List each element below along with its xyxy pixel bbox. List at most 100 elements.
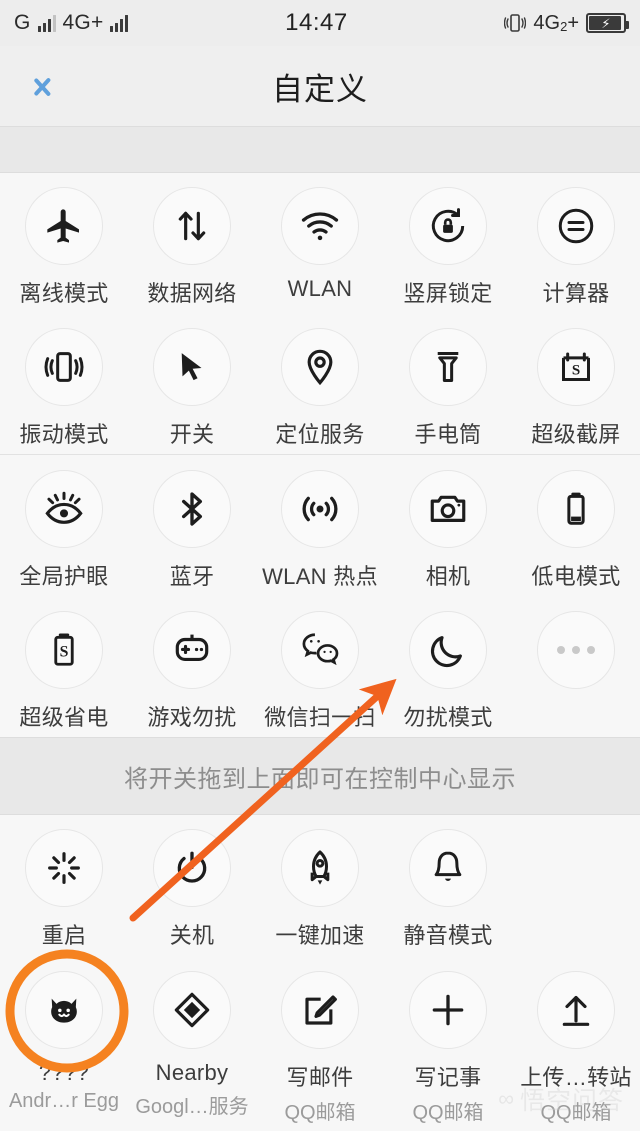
tile-vibrate-mode[interactable]: 振动模式 xyxy=(0,314,128,455)
power-off-icon xyxy=(153,829,231,907)
tile-flashlight[interactable]: 手电筒 xyxy=(384,314,512,455)
tile-restart[interactable]: 重启 xyxy=(0,815,128,957)
watermark: ∞ 悟空问答 xyxy=(498,1081,624,1117)
tile-super-power-save[interactable]: S 超级省电 xyxy=(0,597,128,738)
status-bar-left: G 4G+ xyxy=(14,11,129,35)
android-easter-egg-cat-icon xyxy=(25,970,103,1049)
tile-wlan-hotspot[interactable]: WLAN 热点 xyxy=(256,456,384,597)
tile-label: WLAN xyxy=(287,276,353,301)
bluetooth-icon xyxy=(153,470,231,548)
more-dots-icon xyxy=(537,610,615,689)
super-power-save-icon: S xyxy=(25,610,103,689)
tile-airplane-mode[interactable]: 离线模式 xyxy=(0,173,128,314)
airplane-icon xyxy=(25,187,103,265)
tile-switch-pointer[interactable]: 开关 xyxy=(128,314,256,455)
moon-icon xyxy=(409,610,487,689)
tile-location-service[interactable]: 定位服务 xyxy=(256,314,384,455)
game-dnd-icon xyxy=(153,610,231,689)
back-button[interactable] xyxy=(0,46,86,126)
tile-android-easter-egg[interactable]: ???? Andr…r Egg xyxy=(0,957,128,1131)
flashlight-icon xyxy=(409,327,487,406)
tile-sublabel: QQ邮箱 xyxy=(284,1101,356,1124)
tile-game-dnd[interactable]: 游戏勿扰 xyxy=(128,597,256,738)
carrier-2-label: 4G+ xyxy=(62,11,104,34)
tile-label: Nearby xyxy=(155,1059,229,1085)
tile-label: 手电筒 xyxy=(414,421,482,447)
tile-label: 竖屏锁定 xyxy=(403,281,493,306)
tile-label: 关机 xyxy=(169,923,215,948)
tile-mobile-data[interactable]: 数据网络 xyxy=(128,173,256,314)
top-spacer-band xyxy=(0,126,640,173)
tile-sublabel: QQ邮箱 xyxy=(412,1101,484,1124)
rocket-boost-icon xyxy=(281,829,359,907)
tile-label: 游戏勿扰 xyxy=(147,704,237,730)
plus-note-icon xyxy=(409,970,487,1049)
tile-label: 开关 xyxy=(169,421,215,447)
quick-settings-grid-active-2: 全局护眼 蓝牙 WLAN 热点 相机 低电模式 S 超级省电 游戏勿扰 微信扫一… xyxy=(0,456,640,737)
watermark-text: 悟空问答 xyxy=(519,1087,624,1115)
calculator-icon xyxy=(537,187,615,265)
tile-eye-care[interactable]: 全局护眼 xyxy=(0,456,128,597)
tile-more[interactable] xyxy=(512,597,640,738)
bell-mute-icon xyxy=(409,829,487,907)
drag-hint-band: 将开关拖到上面即可在控制中心显示 xyxy=(0,737,640,815)
tile-compose-mail[interactable]: 写邮件 QQ邮箱 xyxy=(256,957,384,1131)
super-screenshot-icon: S xyxy=(537,327,615,406)
tile-label: 静音模式 xyxy=(403,923,493,948)
tile-label: 写邮件 xyxy=(286,1064,354,1090)
rotation-lock-icon xyxy=(409,187,487,265)
camera-icon xyxy=(409,470,487,548)
tile-compose-note[interactable]: 写记事 QQ邮箱 xyxy=(384,957,512,1131)
wifi-icon xyxy=(281,187,359,265)
data-transfer-icon xyxy=(153,187,231,265)
tile-one-key-boost[interactable]: 一键加速 xyxy=(256,815,384,957)
tile-label: 勿扰模式 xyxy=(403,704,493,730)
tile-label: 数据网络 xyxy=(147,281,237,306)
vibrate-icon xyxy=(25,327,103,406)
tile-power-off[interactable]: 关机 xyxy=(128,815,256,957)
tile-wechat-scan[interactable]: 微信扫一扫 xyxy=(256,597,384,738)
tile-label: 低电模式 xyxy=(531,564,621,589)
tile-label: 蓝牙 xyxy=(169,564,215,589)
phone-screen: G 4G+ 14:47 4G2+ ⚡ 自定义 离线模式 数据网络 WLAN 竖屏… xyxy=(0,0,640,1131)
watermark-logo-icon: ∞ xyxy=(498,1086,514,1111)
tile-sublabel: Andr…r Egg xyxy=(8,1089,120,1112)
restart-icon xyxy=(25,829,103,907)
tile-empty-slot xyxy=(512,815,640,957)
tile-calculator[interactable]: 计算器 xyxy=(512,173,640,314)
location-pin-icon xyxy=(281,327,359,406)
tile-label: 超级省电 xyxy=(19,704,109,730)
tile-low-power-mode[interactable]: 低电模式 xyxy=(512,456,640,597)
vibrate-icon xyxy=(504,13,527,33)
signal-bars-2-icon xyxy=(110,14,129,32)
title-bar: 自定义 xyxy=(0,46,640,126)
nearby-diamond-icon xyxy=(153,970,231,1049)
tile-label: 计算器 xyxy=(542,281,610,306)
tile-wlan[interactable]: WLAN xyxy=(256,173,384,314)
svg-text:S: S xyxy=(572,362,580,378)
tile-label: 写记事 xyxy=(414,1064,482,1090)
status-bar-center: 14:47 xyxy=(128,9,504,37)
upload-icon xyxy=(537,970,615,1049)
svg-text:S: S xyxy=(60,643,69,660)
quick-settings-grid-active: 离线模式 数据网络 WLAN 竖屏锁定 计算器 振动模式 开关 定位服务 手电筒… xyxy=(0,173,640,455)
tile-label: WLAN 热点 xyxy=(262,564,378,589)
tile-do-not-disturb[interactable]: 勿扰模式 xyxy=(384,597,512,738)
status-clock: 14:47 xyxy=(285,9,348,36)
tile-bluetooth[interactable]: 蓝牙 xyxy=(128,456,256,597)
tile-camera[interactable]: 相机 xyxy=(384,456,512,597)
eye-care-icon xyxy=(25,470,103,548)
tile-rotation-lock[interactable]: 竖屏锁定 xyxy=(384,173,512,314)
tile-label: 超级截屏 xyxy=(531,421,621,447)
tile-silent-mode[interactable]: 静音模式 xyxy=(384,815,512,957)
battery-charging-icon: ⚡ xyxy=(586,13,629,33)
tile-super-screenshot[interactable]: S 超级截屏 xyxy=(512,314,640,455)
chevron-left-icon xyxy=(32,67,54,105)
tile-nearby[interactable]: Nearby Googl…服务 xyxy=(128,957,256,1131)
tile-label: 全局护眼 xyxy=(19,564,109,589)
signal-bars-1-icon xyxy=(37,14,56,32)
tile-label: 离线模式 xyxy=(19,281,109,306)
tile-label: 重启 xyxy=(41,923,87,948)
tile-label: 相机 xyxy=(425,564,471,589)
tile-label: 微信扫一扫 xyxy=(264,704,376,730)
